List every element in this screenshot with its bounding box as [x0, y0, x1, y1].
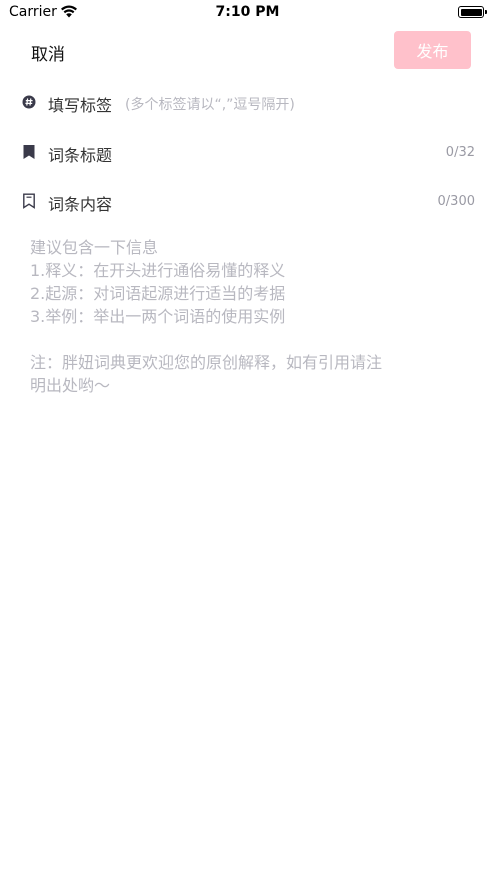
hashtag-icon: [22, 95, 36, 109]
title-row[interactable]: 词条标题 0/32: [0, 137, 495, 167]
content-row: 词条内容 0/300: [0, 186, 495, 216]
title-counter: 0/32: [445, 145, 475, 160]
title-label: 词条标题: [48, 146, 113, 165]
publish-button[interactable]: 发布: [394, 31, 471, 69]
tag-hint: (多个标签请以“,”逗号隔开): [125, 97, 295, 113]
tag-label: 填写标签: [48, 96, 113, 115]
placeholder-note-line: 明出处哟～: [30, 376, 111, 395]
placeholder-line: 3.举例：举出一两个词语的使用实例: [30, 307, 286, 326]
content-counter: 0/300: [437, 194, 475, 209]
tag-row[interactable]: 填写标签 (多个标签请以“,”逗号隔开): [0, 87, 495, 117]
content-textarea[interactable]: 建议包含一下信息 1.释义：在开头进行通俗易懂的释义 2.起源：对词语起源进行适…: [30, 236, 470, 397]
status-bar: Carrier 7:10 PM: [0, 0, 495, 26]
cancel-button[interactable]: 取消: [31, 40, 65, 65]
battery-icon: [458, 6, 487, 18]
status-time: 7:10 PM: [215, 4, 280, 20]
placeholder-line: 2.起源：对词语起源进行适当的考据: [30, 284, 286, 303]
bookmark-icon: [23, 145, 35, 159]
content-label: 词条内容: [48, 195, 113, 214]
placeholder-note-line: 注：胖妞词典更欢迎您的原创解释，如有引用请注: [30, 353, 383, 372]
bookmark-outline-icon: [23, 193, 35, 209]
placeholder-line: 1.释义：在开头进行通俗易懂的释义: [30, 261, 286, 280]
nav-bar: 取消 发布: [0, 26, 495, 76]
placeholder-gap: [30, 328, 470, 351]
placeholder-line: 建议包含一下信息: [30, 238, 159, 257]
